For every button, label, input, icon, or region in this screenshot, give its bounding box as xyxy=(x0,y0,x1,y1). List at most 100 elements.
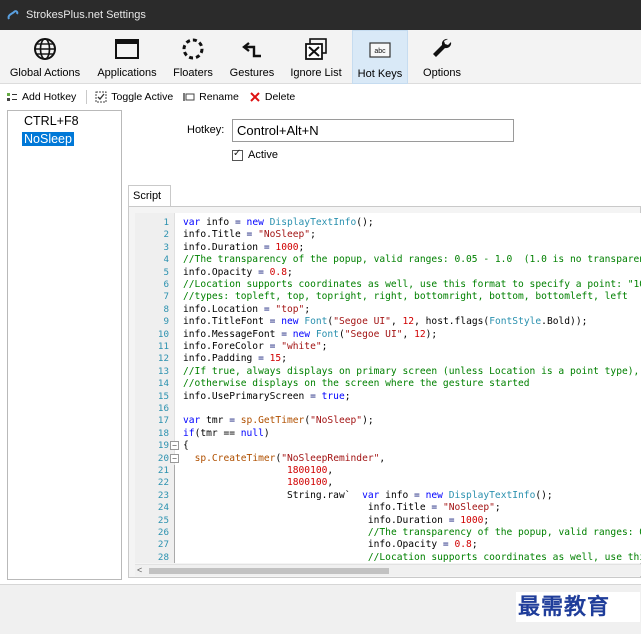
code-editor[interactable]: 1 2 3 4 5 6 7 8 9 10 11 12 13 14 15 16 17 18 19 20 21 22 23 24 2… xyxy=(135,213,641,563)
toolbar-ignore-list[interactable]: Ignore List xyxy=(286,30,346,84)
svg-text:abc: abc xyxy=(374,48,386,55)
line-number: 2 xyxy=(163,229,169,241)
code-line: info.Padding = 15; xyxy=(183,353,287,365)
scroll-left-icon[interactable]: < xyxy=(137,565,142,575)
code-line: //The transparency of the popup, valid r… xyxy=(183,254,641,266)
active-checkbox[interactable] xyxy=(232,148,243,161)
toolbar-gestures[interactable]: Gestures xyxy=(226,30,278,84)
ignore-list-icon xyxy=(305,38,327,60)
scroll-thumb[interactable] xyxy=(149,568,389,574)
line-number: 27 xyxy=(157,539,169,551)
line-number: 9 xyxy=(163,316,169,328)
code-line: var info = new DisplayTextInfo(); xyxy=(183,217,374,228)
line-number: 20 xyxy=(157,452,169,464)
line-number: 1 xyxy=(163,217,169,228)
code-line: if(tmr == null) xyxy=(183,427,270,439)
toolbar-global-actions[interactable]: Global Actions xyxy=(4,30,86,84)
hotkey-list: CTRL+F8 NoSleep xyxy=(7,110,122,580)
toggle-active-icon xyxy=(95,91,107,103)
code-line: { xyxy=(183,440,189,452)
code-line: //The transparency of the popup, valid r… xyxy=(367,527,641,538)
toolbar-label: Floaters xyxy=(173,67,213,79)
line-number: 3 xyxy=(163,241,169,253)
globe-icon xyxy=(34,38,56,60)
line-number: 28 xyxy=(157,551,169,563)
title-bar: StrokesPlus.net Settings xyxy=(0,0,641,30)
toolbar-label: Ignore List xyxy=(290,67,342,79)
add-hotkey-button[interactable]: Add Hotkey xyxy=(6,91,76,103)
line-number: 7 xyxy=(163,291,169,303)
line-number: 21 xyxy=(157,465,169,476)
code-line: 1800100, xyxy=(286,465,334,476)
line-number: 22 xyxy=(157,477,169,489)
code-line: info.Opacity = 0.8; xyxy=(183,266,293,278)
toolbar-label: Global Actions xyxy=(9,67,81,79)
hotkey-label: Hotkey: xyxy=(187,124,225,136)
line-number: 12 xyxy=(157,353,169,365)
line-number: 26 xyxy=(157,527,169,538)
delete-x-icon xyxy=(250,92,260,102)
watermark-logo: 最需教育 xyxy=(516,592,640,622)
code-line: info.Duration = 1000; xyxy=(367,514,490,526)
code-line: //otherwise displays on the screen where… xyxy=(183,378,530,390)
wrench-icon xyxy=(433,38,452,57)
app-logo-icon xyxy=(6,8,20,22)
toggle-active-button[interactable]: Toggle Active xyxy=(95,91,173,103)
line-number: 24 xyxy=(157,502,169,514)
code-line: //If true, always displays on primary sc… xyxy=(183,365,641,377)
code-line: info.Location = "top"; xyxy=(183,303,311,315)
add-hotkey-label: Add Hotkey xyxy=(22,91,77,103)
toolbar-label: Gestures xyxy=(229,67,275,79)
line-number: 16 xyxy=(157,403,169,414)
code-line: String.raw` var info = new DisplayTextIn… xyxy=(286,489,553,501)
code-line: info.Opacity = 0.8; xyxy=(367,539,478,551)
rename-button[interactable]: Rename xyxy=(183,91,239,103)
fold-toggle-icon[interactable]: − xyxy=(170,453,179,463)
delete-button[interactable]: Delete xyxy=(249,91,295,103)
line-number: 5 xyxy=(163,266,169,278)
code-line: sp.CreateTimer("NoSleepReminder", xyxy=(194,452,386,464)
main-toolbar: Global Actions Applications Floaters Ges… xyxy=(0,30,641,84)
code-line: info.UsePrimaryScreen = true; xyxy=(183,390,351,402)
code-line: info.Duration = 1000; xyxy=(183,241,305,253)
code-line: info.ForeColor = "white"; xyxy=(183,341,328,352)
toolbar-floaters[interactable]: Floaters xyxy=(168,30,218,84)
gesture-arrow-icon xyxy=(242,42,261,58)
line-number: 11 xyxy=(157,341,169,352)
code-line: info.Title = "NoSleep"; xyxy=(367,502,501,514)
code-line: //Location supports coordinates as well,… xyxy=(183,279,641,290)
script-panel: 1 2 3 4 5 6 7 8 9 10 11 12 13 14 15 16 17 18 19 20 21 22 23 24 2… xyxy=(128,206,641,578)
hotkey-editor: Hotkey: Control+Alt+N Active Script 1234… xyxy=(128,110,641,580)
toolbar-label: Options xyxy=(423,67,461,79)
fold-guide xyxy=(174,465,175,563)
hotkey-input[interactable]: Control+Alt+N xyxy=(232,119,514,142)
action-bar: Add Hotkey Toggle Active Rename Delete xyxy=(0,86,641,108)
tab-script[interactable]: Script xyxy=(128,185,171,207)
toolbar-applications[interactable]: Applications xyxy=(94,30,160,84)
horizontal-scrollbar[interactable]: < xyxy=(135,564,641,576)
floater-ring-icon xyxy=(182,38,204,60)
line-number: 4 xyxy=(163,254,169,266)
hotkey-list-item-selected[interactable]: NoSleep xyxy=(22,132,74,146)
line-number: 6 xyxy=(163,279,169,290)
line-number: 8 xyxy=(163,303,169,315)
code-line: var tmr = sp.GetTimer("NoSleep"); xyxy=(183,415,374,427)
toolbar-hot-keys[interactable]: abc Hot Keys xyxy=(352,30,408,84)
line-number-gutter: 1 2 3 4 5 6 7 8 9 10 11 12 13 14 15 16 17 18 19 20 21 22 23 24 2… xyxy=(135,213,179,563)
line-number: 15 xyxy=(157,390,169,402)
fold-toggle-icon[interactable]: − xyxy=(170,441,179,451)
toolbar-label: Hot Keys xyxy=(357,68,403,80)
delete-label: Delete xyxy=(264,91,296,103)
toolbar-options[interactable]: Options xyxy=(416,30,468,84)
line-number: 17 xyxy=(157,415,169,427)
active-checkbox-row[interactable]: Active xyxy=(232,148,278,161)
code-line: info.Title = "NoSleep"; xyxy=(183,229,316,241)
rename-label: Rename xyxy=(199,91,239,103)
line-number: 18 xyxy=(157,427,169,439)
toggle-active-label: Toggle Active xyxy=(111,91,174,103)
hotkey-list-item[interactable]: CTRL+F8 xyxy=(22,114,81,128)
line-number: 23 xyxy=(157,489,169,501)
line-number: 13 xyxy=(157,365,169,377)
line-number: 25 xyxy=(157,514,169,526)
code-line: //types: topleft, top, topright, right, … xyxy=(183,291,628,303)
